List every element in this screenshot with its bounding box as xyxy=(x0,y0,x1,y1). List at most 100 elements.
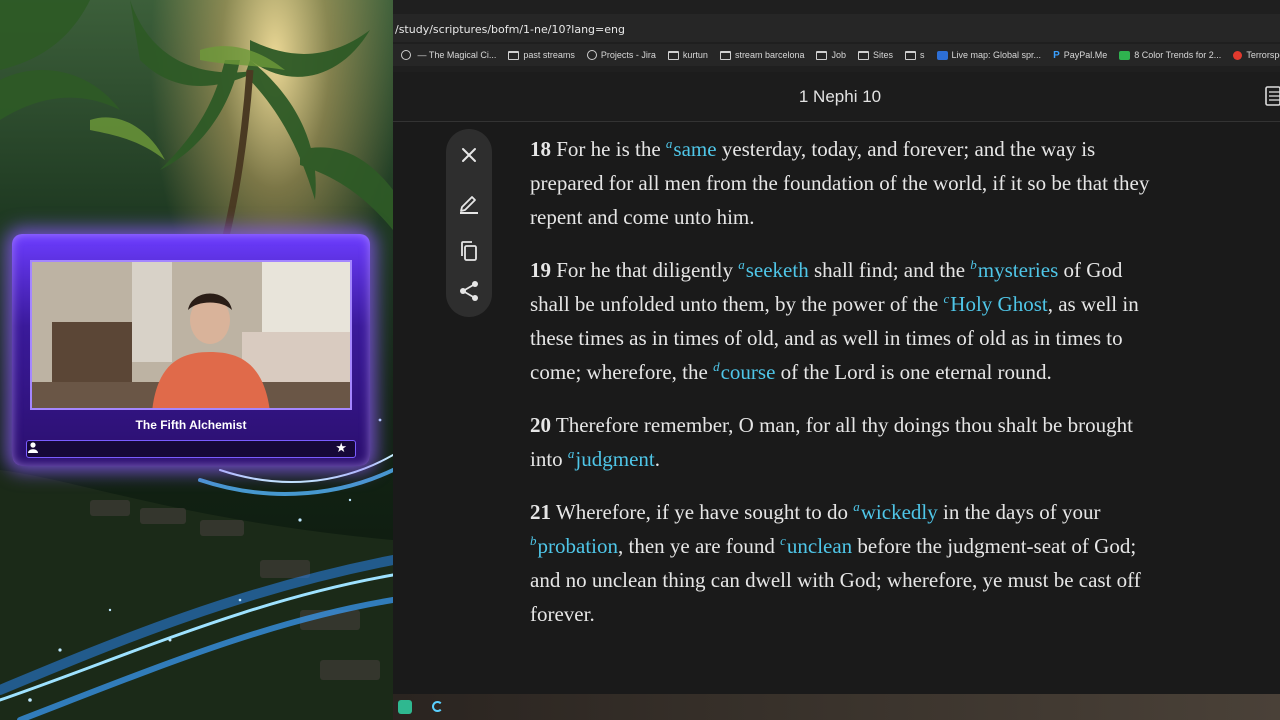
bookmark-label: PayPal.Me xyxy=(1063,50,1108,60)
map-icon xyxy=(936,50,948,60)
bookmarks-bar: — The Magical Ci... past streams Project… xyxy=(393,44,1280,66)
verse-text: . xyxy=(654,447,660,471)
bookmark-paypal[interactable]: P PayPal.Me xyxy=(1053,50,1107,61)
circle-icon xyxy=(401,50,411,60)
footnote-word: same xyxy=(673,137,717,161)
verse-21[interactable]: 21 Wherefore, if ye have sought to do aw… xyxy=(530,495,1150,631)
footnote-word: seeketh xyxy=(745,258,809,282)
folder-icon xyxy=(905,50,917,60)
footnote-word: judgment xyxy=(575,447,655,471)
bookmark-live-map[interactable]: Live map: Global spr... xyxy=(936,50,1042,60)
bookmark-magical[interactable]: — The Magical Ci... xyxy=(401,50,496,60)
bookmark-color-trends[interactable]: 8 Color Trends for 2... xyxy=(1119,50,1221,60)
paypal-icon: P xyxy=(1053,49,1060,61)
folder-icon xyxy=(816,50,828,60)
bookmark-sites[interactable]: Sites xyxy=(858,50,893,60)
globe-icon xyxy=(586,50,597,60)
app-icon[interactable] xyxy=(398,700,412,714)
footnote-marker: b xyxy=(530,533,537,548)
verse-text: Wherefore, if ye have sought to do xyxy=(551,500,854,524)
bookmark-terrorsperg[interactable]: Terrorsperg | A Mist... xyxy=(1233,50,1280,60)
bookmark-job[interactable]: Job xyxy=(816,50,846,60)
webcam-person-image xyxy=(32,262,350,408)
footnote-word: course xyxy=(720,360,776,384)
book-icon[interactable] xyxy=(1264,84,1280,108)
bookmark-past-streams[interactable]: past streams xyxy=(508,50,575,60)
footnote-link[interactable]: awickedly xyxy=(853,500,937,524)
footnote-link[interactable]: asame xyxy=(666,137,717,161)
close-icon[interactable] xyxy=(457,143,481,167)
footnote-word: probation xyxy=(537,534,618,558)
streamer-name: The Fifth Alchemist xyxy=(135,418,247,432)
bookmark-label: s xyxy=(920,50,925,60)
verse-18[interactable]: 18 For he is the asame yesterday, today,… xyxy=(530,132,1150,234)
verse-number: 21 xyxy=(530,500,551,524)
scripture-page: 1 Nephi 10 18 For he is the asame yester… xyxy=(393,72,1280,694)
footnote-link[interactable]: dcourse xyxy=(713,360,775,384)
bookmark-label: Live map: Global spr... xyxy=(951,50,1042,60)
verse-text: of the Lord is one eternal round. xyxy=(775,360,1052,384)
footnote-link[interactable]: ajudgment xyxy=(568,447,655,471)
bookmark-kurtun[interactable]: kurtun xyxy=(667,50,708,60)
star-icon: ★ xyxy=(335,440,347,455)
person-icon xyxy=(28,442,38,453)
footnote-marker: c xyxy=(943,291,950,306)
bookmark-label: — The Magical Ci... xyxy=(415,50,497,60)
bookmark-jira[interactable]: Projects - Jira xyxy=(586,50,656,60)
footnote-marker: a xyxy=(665,136,673,151)
verse-number: 19 xyxy=(530,258,551,282)
footnote-link[interactable]: bmysteries xyxy=(970,258,1058,282)
webcam-feed xyxy=(30,260,352,410)
bookmark-stream-barcelona[interactable]: stream barcelona xyxy=(719,50,805,60)
green-app-icon xyxy=(1119,50,1131,60)
bookmark-label: 8 Color Trends for 2... xyxy=(1134,50,1222,60)
loading-icon[interactable] xyxy=(432,701,443,712)
bookmark-s[interactable]: s xyxy=(905,50,925,60)
footnote-word: Holy Ghost xyxy=(950,292,1048,316)
share-icon[interactable] xyxy=(457,279,481,303)
bookmark-label: Job xyxy=(831,50,846,60)
footnote-marker: d xyxy=(713,359,720,374)
footnote-marker: c xyxy=(780,533,786,548)
footnote-link[interactable]: aseeketh xyxy=(738,258,808,282)
annotation-toolbar xyxy=(446,129,492,317)
highlighter-icon[interactable] xyxy=(457,191,481,215)
page-header: 1 Nephi 10 xyxy=(393,72,1280,122)
bookmark-label: Projects - Jira xyxy=(600,50,656,60)
bookmark-label: Sites xyxy=(873,50,894,60)
folder-icon xyxy=(508,50,520,60)
browser-window: /study/scriptures/bofm/1-ne/10?lang=eng … xyxy=(393,0,1280,720)
footnote-marker: a xyxy=(567,446,575,461)
footnote-word: unclean xyxy=(786,534,853,558)
bookmark-label: kurtun xyxy=(682,50,708,60)
footnote-marker: a xyxy=(738,257,745,272)
footnote-word: mysteries xyxy=(977,258,1059,282)
verse-number: 20 xyxy=(530,413,551,437)
folder-icon xyxy=(667,50,679,60)
verse-text: , then ye are found xyxy=(617,534,781,558)
folder-icon xyxy=(858,50,869,60)
verse-19[interactable]: 19 For he that diligently aseeketh shall… xyxy=(530,253,1150,389)
footnote-link[interactable]: cHoly Ghost xyxy=(944,292,1048,316)
copy-icon[interactable] xyxy=(457,239,481,263)
footnote-marker: a xyxy=(853,499,860,514)
footnote-marker: b xyxy=(970,257,977,272)
footnote-link[interactable]: bprobation xyxy=(530,534,618,558)
bookmark-label: Terrorsperg | A Mist... xyxy=(1246,50,1280,60)
stream-background: The Fifth Alchemist ★ xyxy=(0,0,393,720)
webcam-frame: The Fifth Alchemist ★ xyxy=(12,234,370,466)
scripture-text: 18 For he is the asame yesterday, today,… xyxy=(530,132,1150,650)
bookmark-label: stream barcelona xyxy=(734,50,805,60)
verse-20[interactable]: 20 Therefore remember, O man, for all th… xyxy=(530,408,1150,476)
verse-text: For he that diligently xyxy=(551,258,739,282)
footnote-link[interactable]: cunclean xyxy=(780,534,852,558)
taskbar xyxy=(393,694,1280,720)
verse-text: For he is the xyxy=(551,137,666,161)
youtube-icon xyxy=(1233,50,1243,60)
address-bar[interactable]: /study/scriptures/bofm/1-ne/10?lang=eng xyxy=(393,14,1280,42)
url-text[interactable]: /study/scriptures/bofm/1-ne/10?lang=eng xyxy=(395,23,625,36)
verse-text: shall find; and the xyxy=(808,258,971,282)
verse-number: 18 xyxy=(530,137,551,161)
webcam-info-bar: ★ xyxy=(26,440,356,458)
chapter-title: 1 Nephi 10 xyxy=(798,87,882,106)
